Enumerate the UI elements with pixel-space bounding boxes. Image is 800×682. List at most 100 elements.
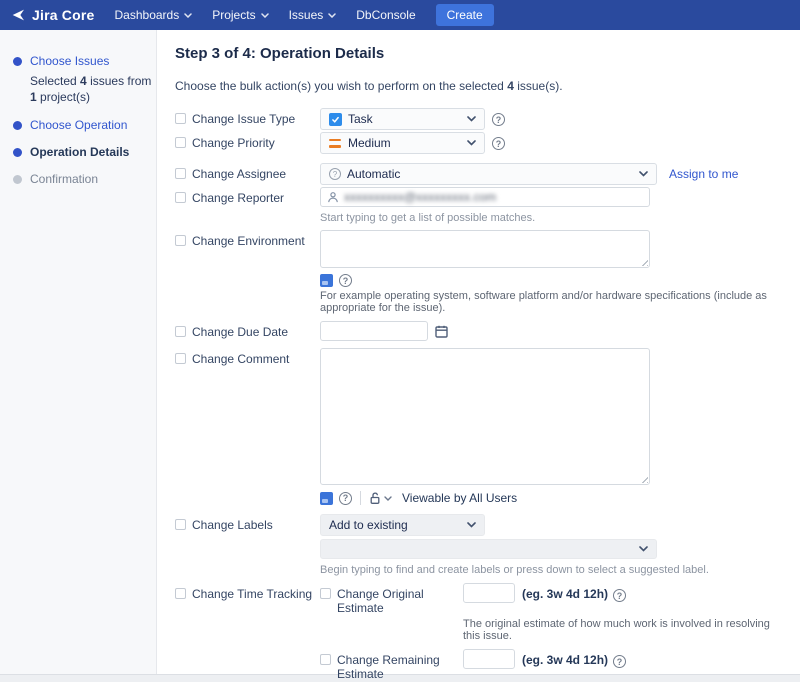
top-nav: Jira Core Dashboards Projects Issues DbC… — [0, 0, 800, 30]
remaining-estimate-input[interactable] — [463, 649, 515, 669]
jira-logo-icon — [10, 7, 26, 23]
step-bullet — [13, 57, 22, 66]
comment-viewable-label: Viewable by All Users — [402, 491, 517, 505]
estimate-example: (eg. 3w 4d 12h) — [522, 649, 608, 667]
row-remaining-estimate: Change Remaining Estimate (eg. 3w 4d 12h… — [320, 649, 784, 681]
field-label: Change Remaining Estimate — [337, 653, 463, 681]
change-labels-checkbox[interactable] — [175, 519, 186, 530]
help-icon[interactable]: ? — [339, 274, 352, 287]
step-choose-operation[interactable]: Choose Operation — [13, 118, 148, 132]
change-assignee-checkbox[interactable] — [175, 168, 186, 179]
nav-issues[interactable]: Issues — [289, 8, 337, 22]
chevron-down-icon — [467, 140, 476, 146]
field-label: Change Issue Type — [192, 112, 295, 126]
page-subtitle: Choose the bulk action(s) you wish to pe… — [175, 79, 784, 93]
chevron-down-icon — [184, 13, 192, 18]
reporter-hint: Start typing to get a list of possible m… — [320, 212, 650, 224]
reporter-value-redacted: xxxxxxxxxx@xxxxxxxxx.com — [344, 190, 496, 204]
original-estimate-hint: The original estimate of how much work i… — [463, 618, 784, 642]
divider — [360, 491, 361, 505]
change-reporter-checkbox[interactable] — [175, 192, 186, 203]
estimate-example: (eg. 3w 4d 12h) — [522, 583, 608, 601]
calendar-icon[interactable] — [435, 325, 448, 338]
comment-textarea[interactable] — [320, 348, 650, 485]
automatic-assignee-icon: ? — [329, 168, 341, 180]
app-logo[interactable]: Jira Core — [10, 7, 95, 23]
row-change-labels: Change Labels Add to existing Begin typi… — [175, 514, 784, 576]
priority-medium-icon — [329, 139, 342, 148]
wiki-markup-icon[interactable] — [320, 274, 333, 287]
task-type-icon — [329, 113, 342, 126]
assignee-select[interactable]: ? Automatic — [320, 163, 657, 185]
comment-visibility-button[interactable] — [369, 492, 392, 505]
person-icon — [327, 191, 339, 203]
row-change-time-tracking: Change Time Tracking Change Original Est… — [175, 583, 784, 682]
assign-to-me-link[interactable]: Assign to me — [669, 163, 738, 181]
chevron-down-icon — [639, 546, 648, 552]
chevron-down-icon — [467, 522, 476, 528]
chevron-down-icon — [328, 13, 336, 18]
create-button[interactable]: Create — [436, 4, 494, 26]
labels-hint: Begin typing to find and create labels o… — [320, 564, 709, 576]
environment-description: For example operating system, software p… — [320, 290, 784, 314]
labels-mode-select[interactable]: Add to existing — [320, 514, 485, 536]
row-change-assignee: Change Assignee ? Automatic Assign to me — [175, 163, 784, 185]
help-icon[interactable]: ? — [492, 137, 505, 150]
step-choose-issues[interactable]: Choose Issues — [13, 54, 148, 68]
row-change-issue-type: Change Issue Type Task ? — [175, 108, 784, 130]
help-icon[interactable]: ? — [492, 113, 505, 126]
change-remaining-estimate-checkbox[interactable] — [320, 654, 331, 665]
wiki-markup-icon[interactable] — [320, 492, 333, 505]
field-label: Change Reporter — [192, 191, 284, 205]
step-confirmation: Confirmation — [13, 172, 148, 186]
change-environment-checkbox[interactable] — [175, 235, 186, 246]
due-date-input[interactable] — [320, 321, 428, 341]
row-change-priority: Change Priority Medium ? — [175, 132, 784, 154]
step-operation-details: Operation Details — [13, 145, 148, 159]
step-bullet — [13, 148, 22, 157]
help-icon[interactable]: ? — [339, 492, 352, 505]
unlock-icon — [369, 492, 381, 505]
nav-dashboards[interactable]: Dashboards — [115, 8, 193, 22]
field-label: Change Priority — [192, 136, 275, 150]
change-due-date-checkbox[interactable] — [175, 326, 186, 337]
issue-type-select[interactable]: Task — [320, 108, 485, 130]
chevron-down-icon — [639, 171, 648, 177]
change-priority-checkbox[interactable] — [175, 137, 186, 148]
change-time-tracking-checkbox[interactable] — [175, 588, 186, 599]
change-issue-type-checkbox[interactable] — [175, 113, 186, 124]
original-estimate-input[interactable] — [463, 583, 515, 603]
row-change-environment: Change Environment ? For example operati… — [175, 230, 784, 314]
field-label: Change Assignee — [192, 167, 286, 181]
change-original-estimate-checkbox[interactable] — [320, 588, 331, 599]
field-label: Change Comment — [192, 352, 289, 366]
chevron-down-icon — [467, 116, 476, 122]
environment-textarea[interactable] — [320, 230, 650, 268]
field-label: Change Labels — [192, 518, 273, 532]
help-icon[interactable]: ? — [613, 655, 626, 668]
step-choose-issues-note: Selected 4 issues from 1 project(s) — [30, 73, 156, 105]
reporter-input[interactable]: xxxxxxxxxx@xxxxxxxxx.com — [320, 187, 650, 207]
field-label: Change Environment — [192, 234, 305, 248]
row-original-estimate: Change Original Estimate (eg. 3w 4d 12h)… — [320, 583, 784, 615]
step-bullet — [13, 121, 22, 130]
help-icon[interactable]: ? — [613, 589, 626, 602]
labels-picker[interactable] — [320, 539, 657, 559]
app-name: Jira Core — [32, 7, 95, 23]
row-change-due-date: Change Due Date — [175, 321, 784, 341]
field-label: Change Due Date — [192, 325, 288, 339]
wizard-steps-sidebar: Choose Issues Selected 4 issues from 1 p… — [0, 30, 157, 674]
chevron-down-icon — [384, 496, 392, 501]
priority-select[interactable]: Medium — [320, 132, 485, 154]
row-change-comment: Change Comment ? — [175, 348, 784, 505]
page-title: Step 3 of 4: Operation Details — [175, 45, 784, 62]
step-bullet — [13, 175, 22, 184]
nav-projects[interactable]: Projects — [212, 8, 268, 22]
chevron-down-icon — [261, 13, 269, 18]
operation-details-panel: Step 3 of 4: Operation Details Choose th… — [157, 30, 800, 674]
field-label: Change Original Estimate — [337, 587, 463, 615]
row-change-reporter: Change Reporter xxxxxxxxxx@xxxxxxxxx.com… — [175, 187, 784, 224]
change-comment-checkbox[interactable] — [175, 353, 186, 364]
field-label: Change Time Tracking — [192, 587, 312, 601]
nav-dbconsole[interactable]: DbConsole — [356, 8, 415, 22]
